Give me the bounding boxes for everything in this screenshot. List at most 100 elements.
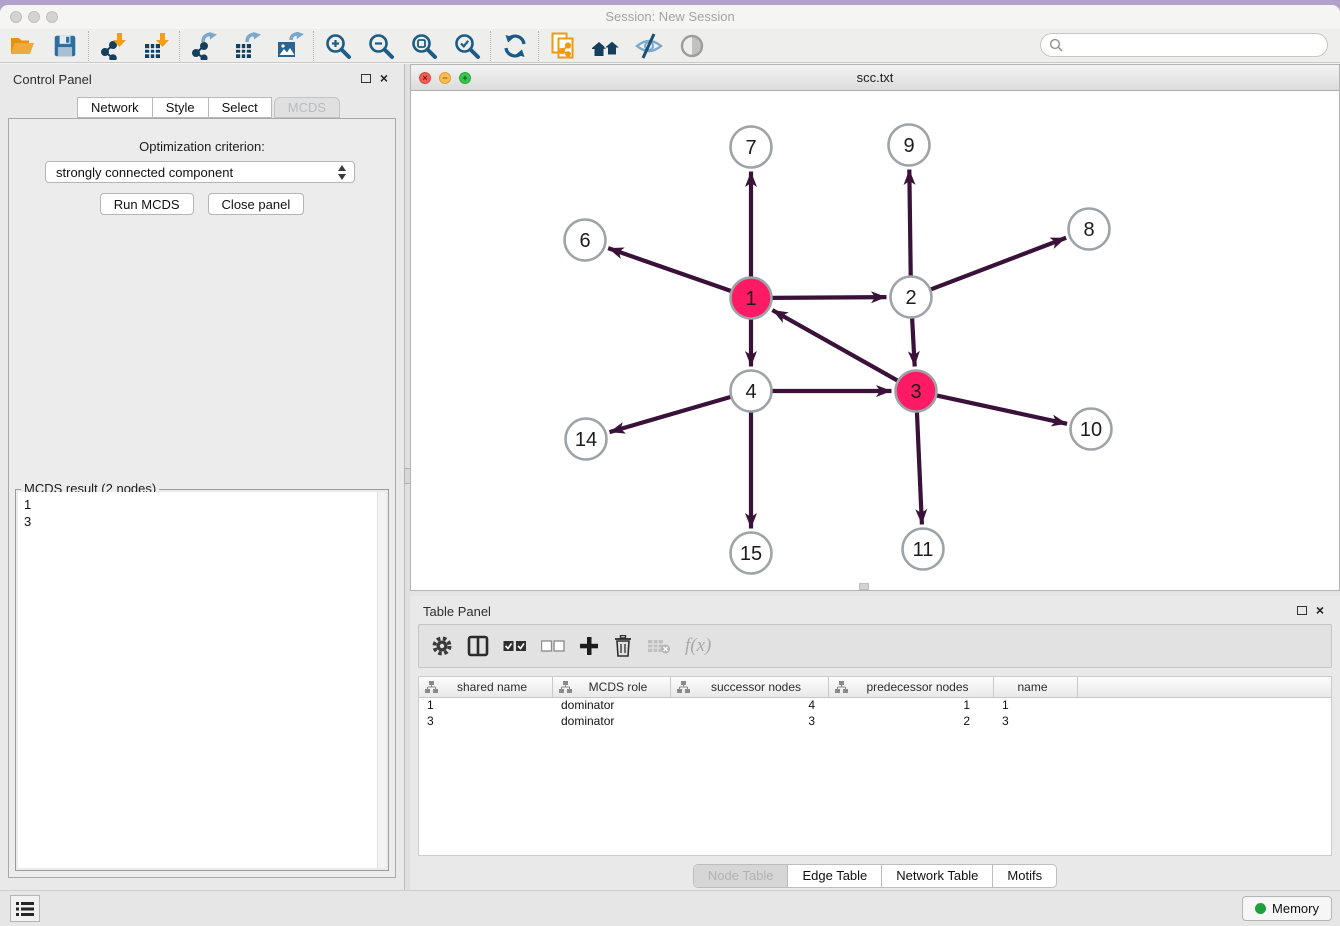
close-table-panel-icon[interactable]: × [1313,602,1327,618]
export-table-icon[interactable] [225,30,268,62]
column-header-label: successor nodes [690,680,828,694]
network-window-titlebar[interactable]: × − + scc.txt [411,65,1339,91]
node-table: shared nameMCDS role successor nodes prede… [418,676,1332,856]
mcds-panel: Optimization criterion: strongly connect… [8,118,396,878]
column-type-icon [559,681,572,693]
table-row[interactable]: 3dominator323 [419,714,1331,730]
node-label-6: 6 [579,230,590,252]
tab-select[interactable]: Select [209,97,272,118]
close-panel-icon[interactable]: × [377,70,391,86]
delete-table-icon-disabled [647,631,671,661]
open-session-icon[interactable] [0,30,43,62]
run-mcds-button[interactable]: Run MCDS [100,193,194,215]
import-network-icon[interactable] [91,30,134,62]
export-network-icon[interactable] [182,30,225,62]
network-canvas[interactable]: 7968124314101511 [411,91,1339,590]
column-layout-icon[interactable] [467,631,489,661]
column-type-icon [425,681,438,693]
edge-3-10[interactable] [937,396,1067,424]
zoom-in-icon[interactable] [316,30,359,62]
first-neighbors-icon[interactable] [584,30,627,62]
tab-mcds[interactable]: MCDS [274,97,340,118]
table-cell[interactable]: 3 [419,714,553,730]
tab-motifs[interactable]: Motifs [993,865,1056,887]
edge-1-2[interactable] [772,297,886,298]
table-cell[interactable]: 2 [829,714,994,730]
table-panel: Table Panel × [410,596,1340,890]
memory-label: Memory [1272,901,1319,916]
deselect-all-columns-icon[interactable] [541,631,565,661]
zoom-fit-icon[interactable] [402,30,445,62]
edge-1-6[interactable] [608,248,731,291]
node-label-1: 1 [745,288,756,310]
table-cell[interactable]: 4 [671,698,829,714]
column-type-icon [835,681,848,693]
column-header-successor-nodes[interactable]: successor nodes [671,677,829,697]
search-icon [1049,38,1063,52]
table-cell[interactable]: 1 [829,698,994,714]
add-column-plus-icon[interactable] [579,631,599,661]
table-tabs: Node TableEdge TableNetwork TableMotifs [693,864,1057,888]
export-image-icon[interactable] [268,30,311,62]
table-row[interactable]: 1dominator411 [419,698,1331,714]
table-cell[interactable]: 3 [671,714,829,730]
task-history-button[interactable] [10,895,40,922]
tab-edge-table[interactable]: Edge Table [788,865,882,887]
table-panel-title: Table Panel [423,604,491,619]
table-tabs-row: Node TableEdge TableNetwork TableMotifs [410,864,1340,888]
toolbar-separator [538,31,539,61]
edge-3-1[interactable] [772,310,897,380]
toolbar-separator [88,31,89,61]
column-type-icon [677,681,690,693]
result-scrollbar[interactable] [377,492,386,868]
result-node-id: 3 [18,513,386,530]
table-toolbar: f(x) [418,624,1332,668]
float-table-panel-icon[interactable] [1297,606,1307,615]
canvas-scroll-thumb[interactable] [859,583,869,590]
edge-2-3[interactable] [912,318,915,366]
criterion-select[interactable]: strongly connected component [45,161,355,183]
table-cell[interactable]: dominator [553,714,671,730]
show-hide-icon[interactable] [627,30,670,62]
save-session-icon[interactable] [43,30,86,62]
edge-2-8[interactable] [931,238,1066,290]
table-cell[interactable]: 1 [994,698,1078,714]
os-titlebar: Session: New Session [0,5,1340,29]
column-header-MCDS-role[interactable]: MCDS role [553,677,671,697]
table-cell[interactable]: dominator [553,698,671,714]
tab-network[interactable]: Network [77,97,153,118]
result-node-id: 1 [18,492,386,513]
delete-column-trash-icon[interactable] [613,631,633,661]
edge-3-11[interactable] [917,412,922,524]
edge-4-14[interactable] [610,397,731,432]
column-header-shared-name[interactable]: shared name [419,677,553,697]
tab-style[interactable]: Style [153,97,209,118]
network-window-title: scc.txt [411,70,1339,85]
select-all-columns-icon[interactable] [503,631,527,661]
network-graph[interactable]: 7968124314101511 [411,91,1339,590]
zoom-out-icon[interactable] [359,30,402,62]
column-header-predecessor-nodes[interactable]: predecessor nodes [829,677,994,697]
zoom-selected-icon[interactable] [445,30,488,62]
node-label-4: 4 [745,381,756,403]
close-panel-button[interactable]: Close panel [208,193,305,215]
tab-node-table[interactable]: Node Table [694,865,789,887]
column-header-filler [1078,677,1331,697]
memory-status-icon [1255,903,1266,914]
memory-button[interactable]: Memory [1242,896,1332,921]
table-cell[interactable]: 3 [994,714,1078,730]
node-label-11: 11 [913,539,934,561]
mcds-result-list[interactable]: 13 [18,492,386,868]
column-header-name[interactable]: name [994,677,1078,697]
tab-network-table[interactable]: Network Table [882,865,993,887]
table-settings-gear-icon[interactable] [431,631,453,661]
table-cell[interactable]: 1 [419,698,553,714]
refresh-layout-icon[interactable] [493,30,536,62]
clone-network-icon[interactable] [541,30,584,62]
import-table-icon[interactable] [134,30,177,62]
column-header-label: predecessor nodes [848,680,993,694]
toolbar-separator [490,31,491,61]
edge-2-9[interactable] [909,169,910,275]
float-panel-icon[interactable] [361,74,371,83]
search-input[interactable] [1063,38,1327,52]
